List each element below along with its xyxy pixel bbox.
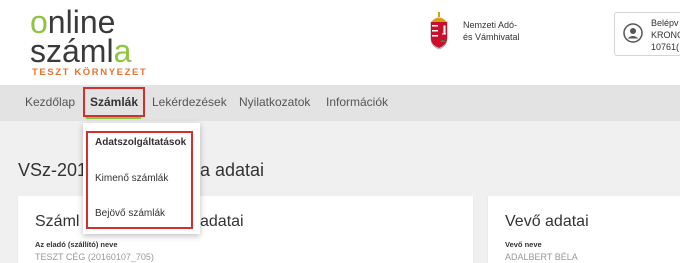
online-szamla-logo[interactable]: online számla TESZT KÖRNYEZET [30,6,147,78]
header: online számla TESZT KÖRNYEZET Nemzeti Ad… [0,0,680,85]
hungarian-crest-icon [430,12,448,50]
seller-name-value: TESZT CÉG (20160107_705) [35,252,154,262]
seller-card-title-end: adatai [200,213,244,230]
test-environment-label: TESZT KÖRNYEZET [32,67,148,78]
nav-item-lekerdezesek[interactable]: Lekérdezések [152,95,227,109]
buyer-name-label: Vevő neve [505,240,542,249]
logo-line-2: számla [30,33,132,69]
active-nav-highlight [83,87,145,117]
active-nav-underline [86,117,141,119]
agency-name: Nemzeti Adó- és Vámhivatal [463,20,520,42]
buyer-card: Vevő adatai Vevő neve ADALBERT BÉLA [488,196,680,263]
nav-item-informaciok[interactable]: Információk [326,95,388,109]
buyer-card-title: Vevő adatai [505,213,589,230]
user-avatar-icon [623,23,643,43]
page-title-end: a adatai [200,160,265,180]
seller-name-label: Az eladó (szállító) neve [35,240,118,249]
nav-item-nyilatkozatok[interactable]: Nyilatkozatok [239,95,310,109]
user-info: Belépv KRONC 10761( [651,18,680,52]
nav-agency-logo: Nemzeti Adó- és Vámhivatal [428,12,520,50]
page-title-start: VSz-201 [18,160,88,180]
user-panel[interactable]: Belépv KRONC 10761( [614,12,680,56]
nav-item-kezdolap[interactable]: Kezdőlap [25,95,75,109]
seller-card-title-start: Száml [35,213,80,230]
buyer-name-value: ADALBERT BÉLA [505,252,578,262]
dropdown-highlight-outline [86,131,193,229]
